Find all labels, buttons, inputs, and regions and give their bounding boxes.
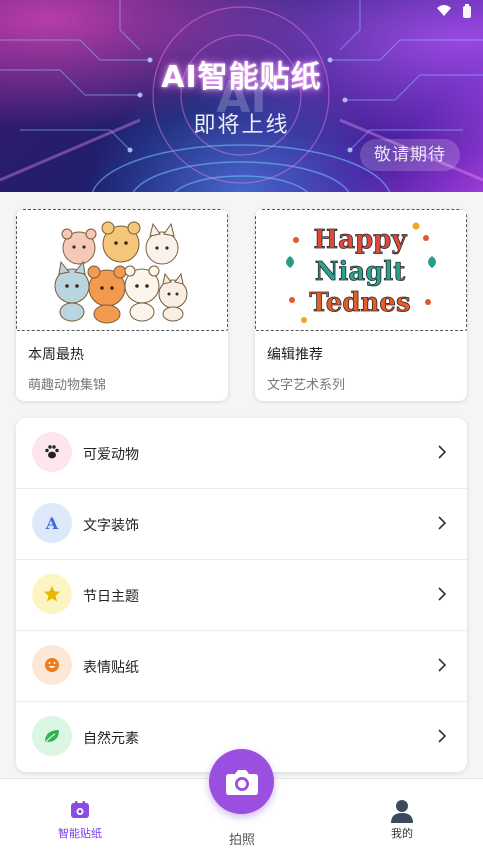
sticker-book-icon xyxy=(71,801,89,818)
category-item-emoji[interactable]: 表情贴纸 xyxy=(16,631,467,702)
battery-icon xyxy=(463,4,471,18)
chevron-right-icon xyxy=(438,587,447,601)
category-list: 可爱动物 A 文字装饰 节日主题 表情贴纸 自然元素 xyxy=(16,418,467,772)
smiley-icon xyxy=(32,645,72,685)
nav-tab-smart-stickers[interactable]: 智能贴纸 xyxy=(50,801,110,841)
nav-label: 智能贴纸 xyxy=(58,827,102,840)
hero-banner[interactable]: AI AI智能贴纸 即将上线 敬请期待 xyxy=(0,0,483,192)
nav-tab-me[interactable]: 我的 xyxy=(372,799,432,841)
sticker-word-3: Tednes xyxy=(309,288,410,318)
coming-soon-button[interactable]: 敬请期待 xyxy=(360,139,460,171)
banner-subtitle: 即将上线 xyxy=(193,113,290,138)
card-description: 萌趣动物集锦 xyxy=(28,378,107,393)
featured-card-weekly-hot[interactable]: 本周最热 萌趣动物集锦 xyxy=(16,209,228,401)
camera-label: 拍照 xyxy=(228,833,255,848)
card-title: 编辑推荐 xyxy=(267,347,323,363)
card-description: 文字艺术系列 xyxy=(267,378,346,393)
star-icon xyxy=(32,574,72,614)
nav-label: 我的 xyxy=(391,827,413,840)
category-label: 表情贴纸 xyxy=(83,660,139,676)
text-art-image: Happy Niaglt Tednes xyxy=(255,209,467,331)
category-item-cute-animals[interactable]: 可爱动物 xyxy=(16,418,467,489)
camera-button[interactable] xyxy=(209,749,274,814)
category-label: 可爱动物 xyxy=(83,447,139,463)
sticker-word-2: Niaglt xyxy=(315,257,406,287)
category-label: 文字装饰 xyxy=(83,518,139,534)
sticker-word-1: Happy xyxy=(314,225,408,255)
category-item-text-decor[interactable]: A 文字装饰 xyxy=(16,489,467,560)
chevron-right-icon xyxy=(438,729,447,743)
card-title: 本周最热 xyxy=(28,347,84,363)
chevron-right-icon xyxy=(438,516,447,530)
banner-title: AI智能贴纸 xyxy=(161,60,322,95)
category-label: 节日主题 xyxy=(83,589,139,605)
leaf-icon xyxy=(32,716,72,756)
cute-animals-image xyxy=(16,209,228,331)
category-label: 自然元素 xyxy=(83,731,139,747)
category-item-holiday[interactable]: 节日主题 xyxy=(16,560,467,631)
chevron-right-icon xyxy=(438,658,447,672)
camera-icon xyxy=(225,769,258,795)
wifi-icon xyxy=(437,5,451,16)
user-icon xyxy=(391,800,413,823)
paw-icon xyxy=(32,432,72,472)
letter-a-icon: A xyxy=(32,503,72,543)
chevron-right-icon xyxy=(438,445,447,459)
featured-card-editor-pick[interactable]: Happy Niaglt Tednes 编辑推荐 文字艺术系列 xyxy=(255,209,467,401)
